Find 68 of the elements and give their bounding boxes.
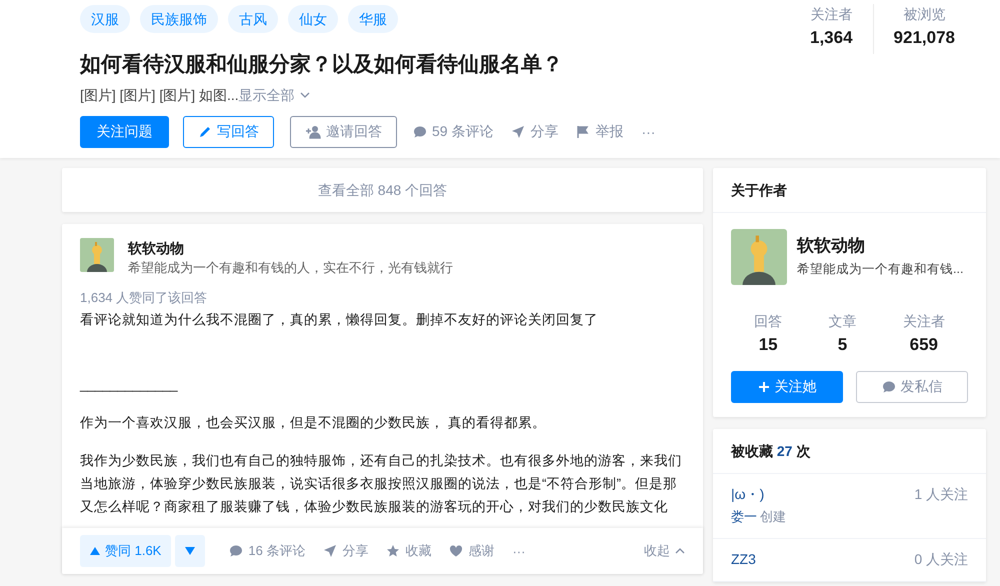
vote-count: 1,634 人赞同了该回答 — [79, 289, 208, 307]
action-link[interactable]: 59 条评论 — [413, 123, 494, 141]
author-name[interactable]: 软软动物 — [797, 233, 964, 259]
chevron-up-icon — [675, 548, 685, 554]
stat-label: 关注者 — [810, 5, 852, 24]
downvote-button[interactable] — [175, 535, 206, 567]
triangle-up-icon — [90, 547, 100, 555]
collapse-link[interactable]: 收起 — [644, 542, 685, 560]
stat-value: 1,364 — [810, 27, 853, 49]
stat-value: 659 — [910, 334, 938, 356]
pencil-icon — [198, 125, 212, 139]
action-link[interactable]: ··· — [641, 124, 656, 140]
comment-icon — [413, 125, 427, 139]
star-icon — [386, 544, 400, 558]
card-title: 关于作者 — [713, 168, 986, 213]
paper-plane-icon — [323, 544, 338, 558]
question-title: 如何看待汉服和仙服分家？以及如何看待仙服名单？ — [80, 52, 564, 78]
action-link[interactable]: 16 条评论 — [229, 542, 306, 560]
creator-link[interactable]: 娄一 — [731, 508, 757, 526]
paper-plane-icon — [511, 125, 526, 139]
show-all-link[interactable]: 显示全部 — [238, 84, 295, 106]
topic-tag[interactable]: 民族服饰 — [140, 5, 218, 33]
stat-value: 15 — [758, 334, 778, 356]
stat-label: 文章 — [828, 312, 856, 331]
heart-icon — [449, 544, 464, 558]
comment-icon — [229, 544, 244, 558]
add-person-icon — [305, 125, 321, 139]
follower-count: 1 人关注 — [914, 486, 968, 504]
follow-button[interactable]: 关注她 — [731, 371, 843, 403]
action-link[interactable]: 分享 — [511, 123, 558, 141]
message-button[interactable]: 发私信 — [856, 371, 968, 403]
topic-tag[interactable]: 汉服 — [80, 5, 130, 33]
triangle-down-icon — [185, 547, 196, 555]
action-link[interactable]: 收藏 — [386, 542, 432, 560]
question-summary: [图片] [图片] [图片] 如图... — [80, 86, 239, 105]
chevron-down-icon — [300, 92, 310, 98]
plus-icon — [758, 381, 770, 393]
answer-paragraph: 作为一个喜欢汉服，也会买汉服，但是不混圈的少数民族， 真的看得都累。 — [80, 414, 547, 432]
invite-button[interactable]: 邀请回答 — [290, 116, 397, 148]
author-bio: 希望能成为一个有趣和有钱... — [797, 261, 964, 278]
stat-value: 5 — [838, 334, 848, 356]
author-name[interactable]: 软软动物 — [128, 238, 453, 258]
chat-bubble-icon — [882, 380, 896, 394]
upvote-button[interactable]: 赞同 1.6K — [80, 535, 172, 567]
created-label: 创建 — [760, 508, 786, 526]
action-link[interactable]: 感谢 — [449, 542, 494, 560]
answer-paragraph: 我作为少数民族，我们也有自己的独特服饰，还有自己的扎染技术。也有很多外地的游客，来我们当地旅游，体验穿少数民族服装，说实话很多衣服按照汉服圈的说法，也是“不符合形制”。但是那又怎么样呢？商家租了服装赚了钱，体验少数民族服装的游客玩的开心，对我们的少数民族文化 — [80, 452, 683, 516]
follower-count: 0 人关注 — [914, 551, 968, 569]
stat-label: 关注者 — [902, 312, 945, 331]
author-bio: 希望能成为一个有趣和有钱的人，实在不行，光有钱就行 — [128, 259, 453, 277]
write-answer-button[interactable]: 写回答 — [183, 116, 274, 148]
collection-link[interactable]: |ω・) — [731, 486, 786, 504]
card-title: 被收藏 27 次 — [713, 429, 986, 474]
answer-paragraph: _____________ — [80, 376, 179, 394]
stat-label: 被浏览 — [903, 5, 946, 24]
flag-icon — [576, 125, 590, 139]
topic-tag[interactable]: 古风 — [228, 5, 278, 33]
view-all-answers-link[interactable]: 查看全部 848 个回答 — [62, 168, 703, 212]
stat-value: 921,078 — [894, 27, 955, 49]
topic-tag[interactable]: 华服 — [348, 5, 398, 33]
collection-link[interactable]: ZZ3 — [731, 551, 756, 567]
action-link[interactable]: 举报 — [576, 123, 624, 141]
action-link[interactable]: ··· — [512, 544, 526, 558]
stat-label: 回答 — [754, 312, 782, 331]
action-link[interactable]: 分享 — [323, 542, 368, 560]
follow-question-button[interactable]: 关注问题 — [80, 116, 169, 148]
answer-paragraph: 看评论就知道为什么我不混圈了，真的累，懒得回复。删掉不友好的评论关闭回复了 — [80, 311, 599, 329]
topic-tag[interactable]: 仙女 — [288, 5, 338, 33]
